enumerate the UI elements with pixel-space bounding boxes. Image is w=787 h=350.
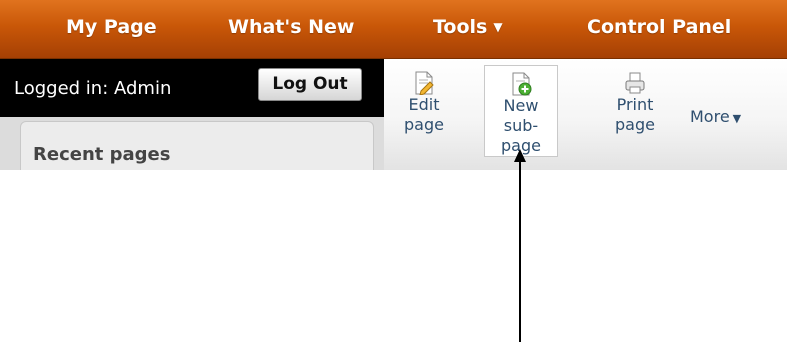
annotation-arrow: [514, 149, 526, 342]
